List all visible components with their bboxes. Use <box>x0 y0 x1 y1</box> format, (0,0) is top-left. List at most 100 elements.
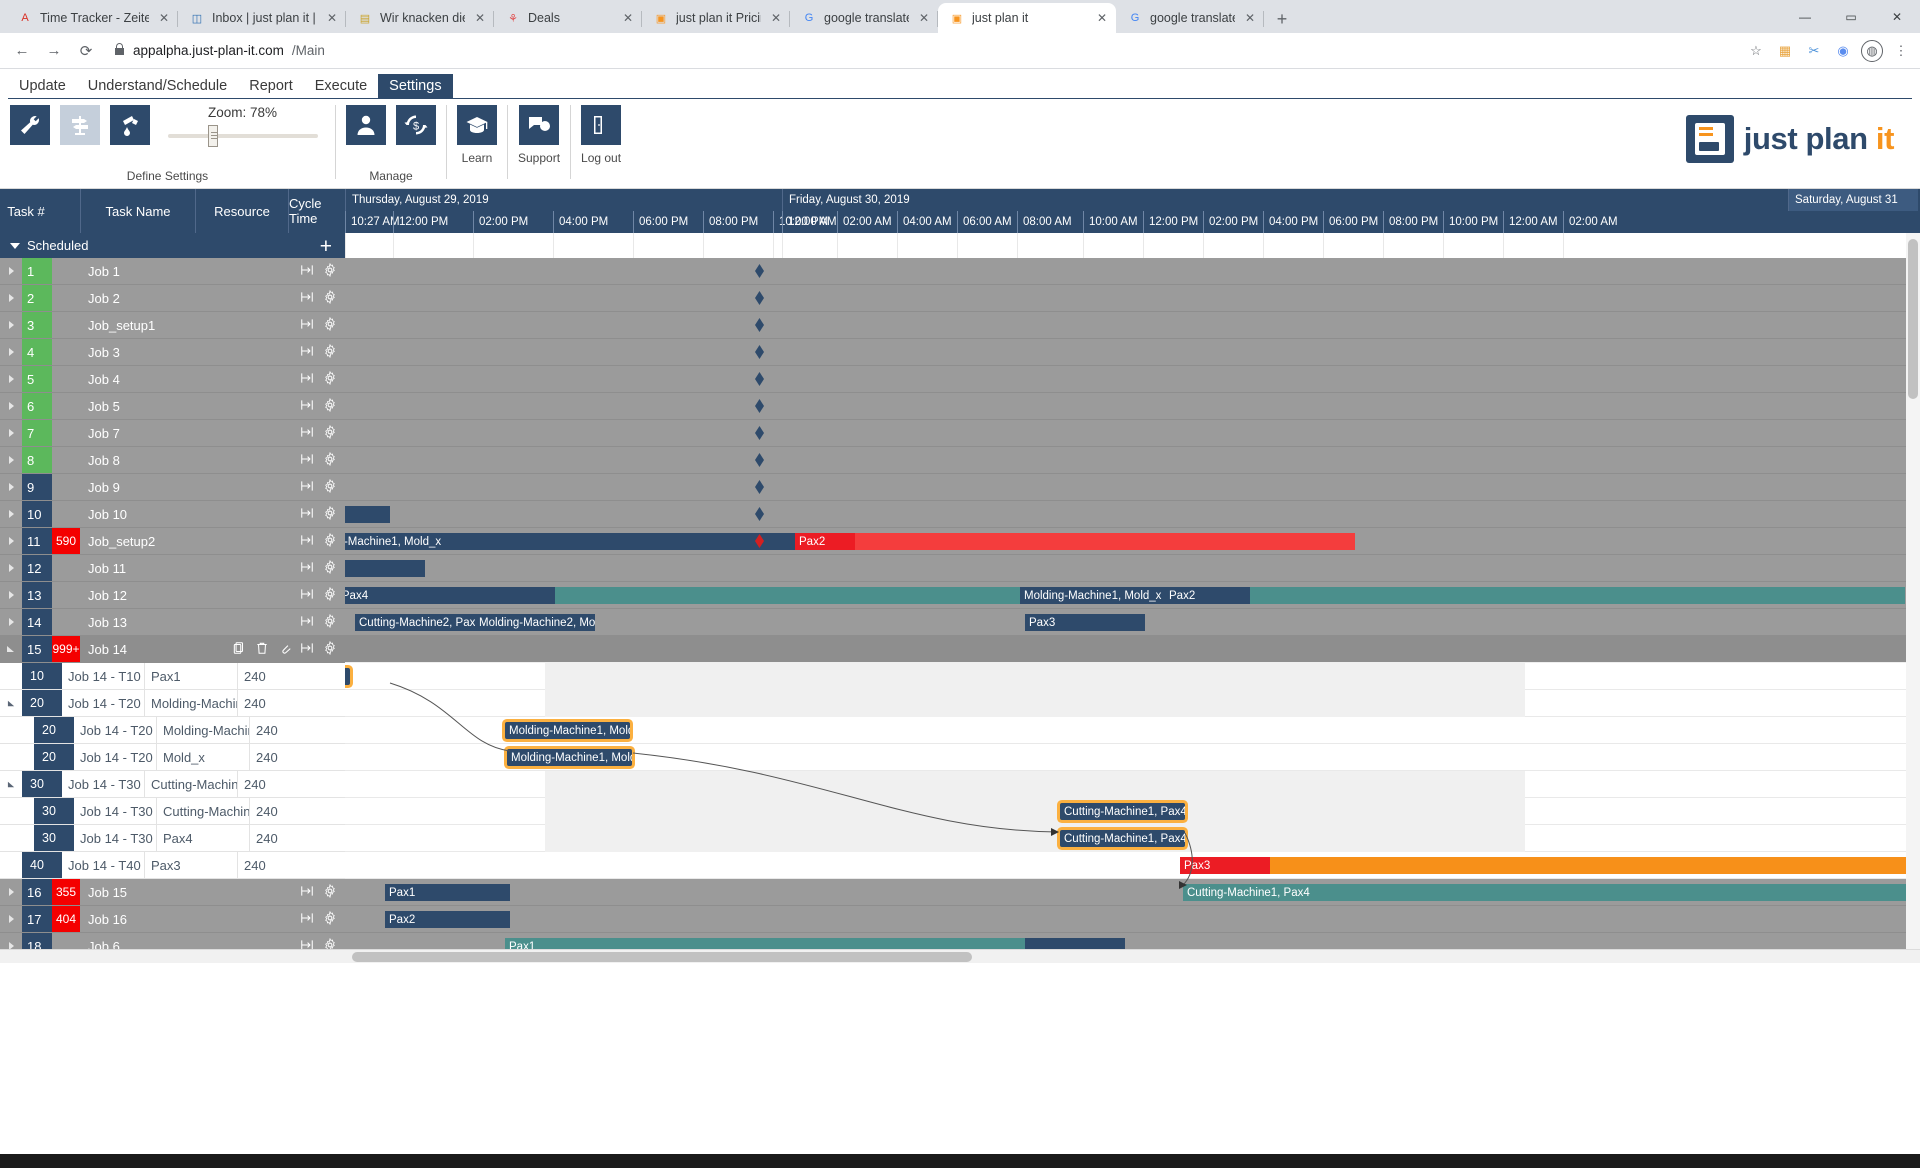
task-row[interactable]: 4 Job 3 <box>0 339 345 366</box>
gear-icon[interactable] <box>323 397 337 415</box>
subrow-expander-icon[interactable] <box>0 690 22 716</box>
move-icon[interactable] <box>300 371 314 388</box>
ribbon-tab-settings[interactable]: Settings <box>378 74 453 99</box>
gantt-bar[interactable] <box>345 560 425 577</box>
logout-door-icon[interactable] <box>581 105 622 145</box>
move-icon[interactable] <box>300 587 314 604</box>
horizontal-scrollbar[interactable] <box>0 949 1920 963</box>
gantt-bar[interactable]: Pax3 <box>1180 857 1270 874</box>
gear-icon[interactable] <box>323 424 337 442</box>
task-subrow[interactable]: 20 Job 14 - T20 Mold_x 240 <box>0 744 345 771</box>
task-row[interactable]: 15 999+ Job 14 <box>0 636 345 663</box>
gantt-bar[interactable]: Molding-Machine1, Mold_x <box>1020 587 1165 604</box>
row-expander-icon[interactable] <box>0 447 22 473</box>
tab-close-icon[interactable]: ✕ <box>916 11 932 25</box>
ribbon-tab-understand-schedule[interactable]: Understand/Schedule <box>77 74 238 99</box>
task-row[interactable]: 12 Job 11 <box>0 555 345 582</box>
task-row[interactable]: 7 Job 7 <box>0 420 345 447</box>
task-row[interactable]: 9 Job 9 <box>0 474 345 501</box>
browser-tab[interactable]: ▤ Wir knacken die Nuss - Eng ✕ <box>346 3 494 33</box>
timeline-row[interactable] <box>345 366 1920 393</box>
row-expander-icon[interactable] <box>0 555 22 581</box>
gear-icon[interactable] <box>323 289 337 307</box>
row-expander-icon[interactable] <box>0 582 22 608</box>
move-icon[interactable] <box>300 425 314 442</box>
move-icon[interactable] <box>300 317 314 334</box>
copy-icon[interactable] <box>232 641 246 658</box>
browser-tab[interactable]: ⚘ Deals ✕ <box>494 3 642 33</box>
browser-tab[interactable]: Ggoogle translate - Google-S ✕ <box>1116 3 1264 33</box>
bookmark-star-icon[interactable]: ☆ <box>1745 40 1767 62</box>
extension-icon-3[interactable]: ◉ <box>1832 40 1854 62</box>
currency-refresh-icon[interactable]: $ <box>396 105 436 145</box>
gantt-bar[interactable]: lin Molding-Machine1, Mold_x <box>345 533 795 550</box>
move-icon[interactable] <box>300 533 314 550</box>
reload-icon[interactable]: ⟳ <box>72 37 100 65</box>
move-icon[interactable] <box>300 911 314 928</box>
ribbon-tab-execute[interactable]: Execute <box>304 74 378 99</box>
gear-icon[interactable] <box>323 505 337 523</box>
task-row[interactable]: 8 Job 8 <box>0 447 345 474</box>
timeline-row[interactable] <box>345 906 1920 933</box>
gantt-bar[interactable]: Cutting-Machine1, Pax4 <box>1060 803 1185 820</box>
task-subrow[interactable]: 30Job 14 - T30Cutting-Machine1; Pax4 240 <box>0 771 345 798</box>
move-icon[interactable] <box>300 344 314 361</box>
ribbon-tab-update[interactable]: Update <box>8 74 77 99</box>
gear-icon[interactable] <box>323 451 337 469</box>
row-expander-icon[interactable] <box>0 474 22 500</box>
gantt-bar[interactable]: Pax2 <box>385 911 510 928</box>
gear-icon[interactable] <box>323 613 337 631</box>
new-tab-button[interactable]: + <box>1268 5 1296 33</box>
chrome-menu-icon[interactable]: ⋮ <box>1890 40 1912 62</box>
vertical-scrollbar[interactable] <box>1906 233 1920 949</box>
ribbon-tab-report[interactable]: Report <box>238 74 304 99</box>
paint-roller-icon[interactable] <box>110 105 150 145</box>
gantt-bar[interactable]: Molding-Machine1, Mold_x <box>505 722 630 739</box>
gear-icon[interactable] <box>323 640 337 658</box>
browser-tab[interactable]: A Time Tracker - Zeiten ✕ <box>6 3 178 33</box>
row-expander-icon[interactable] <box>0 366 22 392</box>
timeline-row[interactable] <box>345 312 1920 339</box>
row-expander-icon[interactable] <box>0 420 22 446</box>
column-header-task-num[interactable]: Task # <box>0 189 52 233</box>
move-icon[interactable] <box>300 641 314 658</box>
timeline-row[interactable] <box>345 474 1920 501</box>
task-subrow[interactable]: 30Job 14 - T30Cutting-Machine1 240 <box>0 798 345 825</box>
tab-close-icon[interactable]: ✕ <box>620 11 636 25</box>
gear-icon[interactable] <box>323 559 337 577</box>
row-expander-icon[interactable] <box>0 312 22 338</box>
browser-tab[interactable]: ▣ just plan it ✕ <box>938 3 1116 33</box>
gantt-bar[interactable] <box>345 668 350 685</box>
gear-icon[interactable] <box>323 316 337 334</box>
back-icon[interactable]: ← <box>8 37 36 65</box>
row-expander-icon[interactable] <box>0 609 22 635</box>
gantt-bar[interactable] <box>1270 857 1910 874</box>
gear-icon[interactable] <box>323 532 337 550</box>
gantt-bar[interactable]: Cutting-Machine1, Pax4 <box>1183 884 1913 901</box>
row-expander-icon[interactable] <box>0 339 22 365</box>
timeline-row[interactable] <box>345 420 1920 447</box>
move-icon[interactable] <box>300 290 314 307</box>
task-subrow[interactable]: 10 Job 14 - T10 Pax1 240 <box>0 663 345 690</box>
browser-tab[interactable]: Ggoogle translate - Google-S ✕ <box>790 3 938 33</box>
task-subrow[interactable]: 30 Job 14 - T30 Pax4 240 <box>0 825 345 852</box>
group-collapse-icon[interactable] <box>10 242 20 249</box>
gantt-bar[interactable]: ng-Machine1, Pax4 <box>345 587 555 604</box>
browser-tab[interactable]: ▣ just plan it Pricing ✕ <box>642 3 790 33</box>
address-bar[interactable]: appalpha.just-plan-it.com/Main <box>104 37 1735 64</box>
row-expander-icon[interactable] <box>0 528 22 554</box>
gear-icon[interactable] <box>323 478 337 496</box>
gear-icon[interactable] <box>323 343 337 361</box>
column-header-task-name[interactable]: Task Name <box>80 189 195 233</box>
zoom-control[interactable]: Zoom: 78% <box>160 105 325 147</box>
tab-close-icon[interactable]: ✕ <box>1094 11 1110 25</box>
row-expander-icon[interactable] <box>0 258 22 284</box>
close-window-button[interactable]: ✕ <box>1874 0 1920 33</box>
vertical-scrollbar-thumb[interactable] <box>1908 239 1918 399</box>
row-expander-icon[interactable] <box>0 879 22 905</box>
move-icon[interactable] <box>300 479 314 496</box>
timeline-row[interactable] <box>345 636 1920 663</box>
column-header-resource[interactable]: Resource <box>195 189 288 233</box>
task-row[interactable]: 1 Job 1 <box>0 258 345 285</box>
extension-icon-1[interactable]: ▦ <box>1774 40 1796 62</box>
